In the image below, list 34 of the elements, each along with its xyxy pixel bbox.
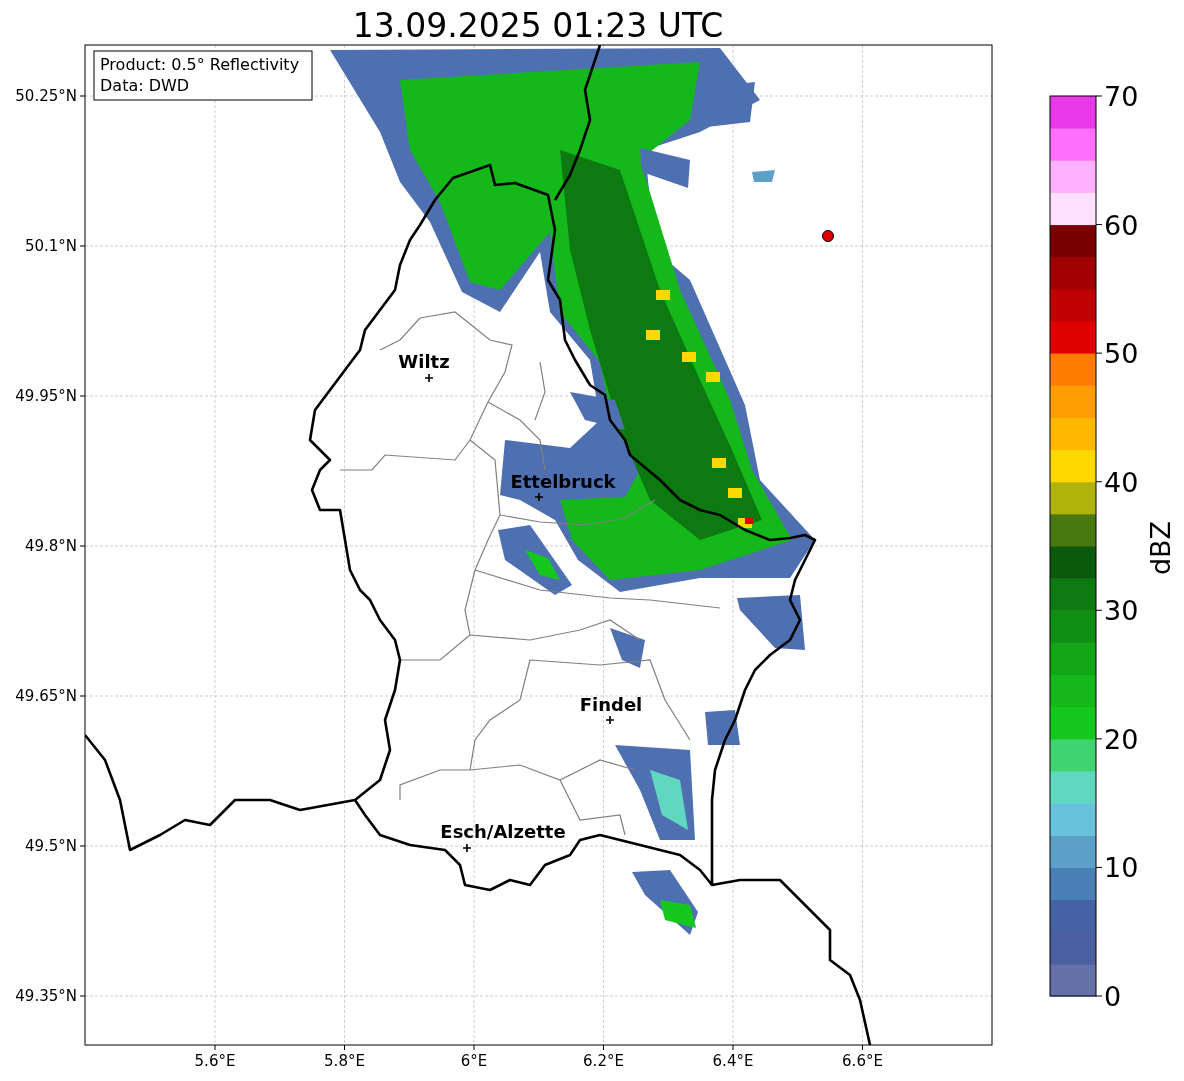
city-label: Ettelbruck (510, 471, 616, 492)
info-text: Product: 0.5° Reflectivity (100, 55, 300, 74)
latitude-label: 49.5°N (24, 837, 77, 855)
longitude-label: 5.8°E (324, 1052, 365, 1070)
city-label: Esch/Alzette (440, 821, 566, 842)
colorbar-tick-label: 60 (1104, 209, 1139, 241)
city-marker-icon (424, 373, 434, 383)
colorbar-tick-label: 0 (1104, 981, 1122, 1012)
chart-title: 13.09.2025 01:23 UTC (352, 6, 724, 45)
colorbar-tick-label: 10 (1104, 852, 1139, 884)
city-marker-icon (605, 715, 615, 725)
colorbar-tick-label: 70 (1104, 81, 1139, 112)
colorbar-tick-label: 40 (1104, 466, 1139, 498)
colorbar-tick-label: 50 (1104, 338, 1139, 370)
city-label: Findel (579, 694, 643, 715)
longitude-label: 5.6°E (194, 1052, 236, 1070)
latitude-label: 49.65°N (15, 687, 77, 705)
city-label: Wiltz (398, 351, 450, 372)
longitude-label: 6.4°E (712, 1052, 754, 1070)
city-marker-icon (462, 843, 472, 853)
city-marker-icon (534, 492, 544, 502)
colorbar-label: dBZ (1145, 520, 1176, 576)
latitude-label: 49.35°N (15, 987, 77, 1005)
radar-site-marker (822, 230, 834, 242)
longitude-label: 6°E (460, 1052, 488, 1070)
latitude-label: 49.95°N (15, 387, 77, 405)
longitude-label: 6.6°E (842, 1052, 883, 1070)
colorbar-tick-label: 30 (1104, 595, 1139, 627)
latitude-label: 49.8°N (24, 537, 77, 555)
colorbar-tick-label: 20 (1104, 723, 1139, 755)
latitude-label: 50.25°N (15, 87, 77, 105)
info-text: Data: DWD (100, 76, 190, 95)
longitude-label: 6.2°E (583, 1052, 624, 1070)
latitude-label: 50.1°N (24, 237, 77, 255)
